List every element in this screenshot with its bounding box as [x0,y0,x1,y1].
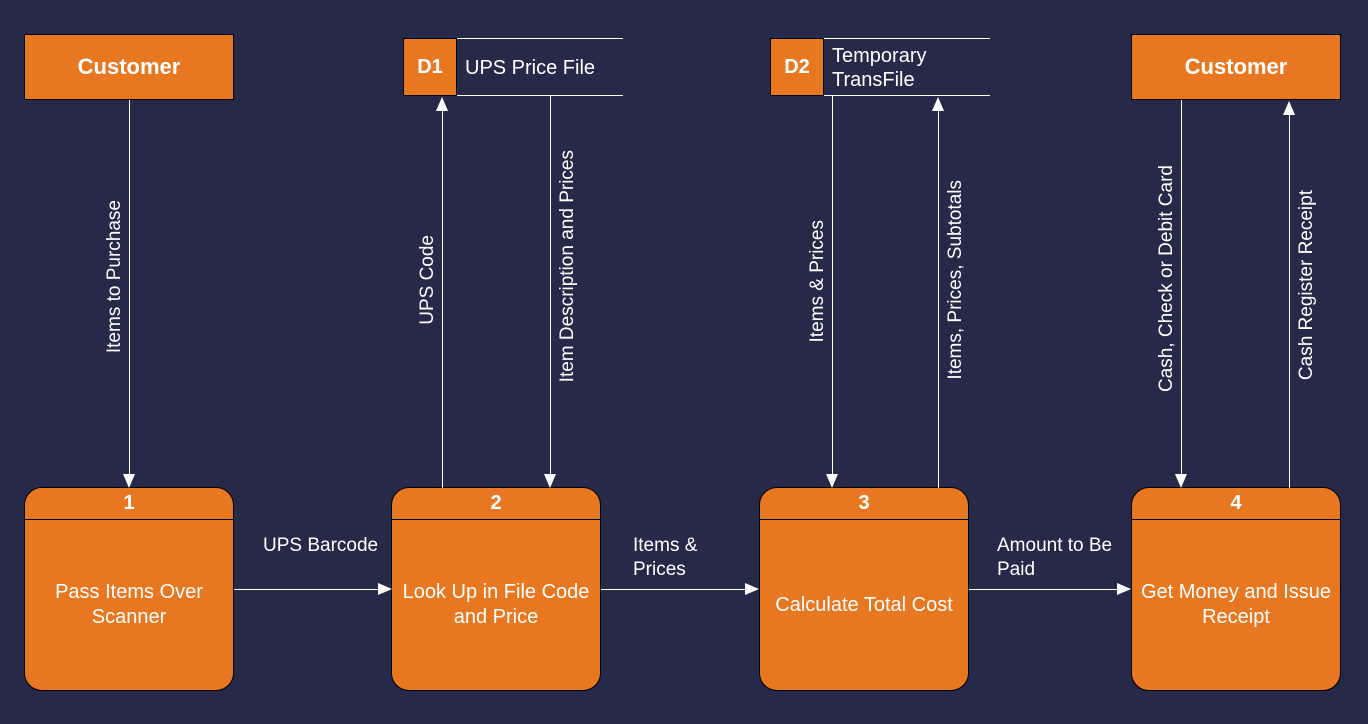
flow-line [1289,114,1290,488]
flow-line [1181,100,1182,474]
flow-label: Cash, Check or Debit Card [1155,165,1179,392]
process-num: 3 [760,488,968,520]
datastore-num: D1 [403,38,457,96]
flow-line [234,589,378,590]
process-label: Pass Items Over Scanner [25,520,233,690]
arrow-down-icon [1175,474,1187,488]
flow-label: Amount to Be Paid [997,534,1127,582]
process-label: Calculate Total Cost [760,520,968,690]
arrow-right-icon [378,583,392,595]
process-1: 1 Pass Items Over Scanner [24,487,234,691]
flow-line [938,110,939,488]
arrow-up-icon [436,97,448,111]
flow-line [601,589,745,590]
datastore-label: UPS Price File [457,38,623,96]
process-4: 4 Get Money and Issue Receipt [1131,487,1341,691]
flow-line [442,110,443,488]
process-label: Get Money and Issue Receipt [1132,520,1340,690]
process-num: 1 [25,488,233,520]
flow-line [550,96,551,474]
arrow-right-icon [745,583,759,595]
process-num: 4 [1132,488,1340,520]
flow-label: Items & Prices [806,220,830,342]
datastore-label: Temporary TransFile [824,38,990,96]
flow-line [832,96,833,474]
arrow-down-icon [544,474,556,488]
flow-label: Items, Prices, Subtotals [944,180,968,380]
arrow-up-icon [1283,101,1295,115]
datastore-d2: D2 Temporary TransFile [770,38,990,96]
entity-customer-left: Customer [24,34,234,100]
arrow-down-icon [123,474,135,488]
arrow-down-icon [826,474,838,488]
arrow-right-icon [1117,583,1131,595]
process-num: 2 [392,488,600,520]
flow-label: UPS Code [416,235,440,325]
entity-label: Customer [1185,54,1288,80]
flow-label: Item Description and Prices [556,150,580,382]
flow-line [969,589,1117,590]
datastore-num: D2 [770,38,824,96]
arrow-up-icon [932,97,944,111]
entity-label: Customer [78,54,181,80]
process-3: 3 Calculate Total Cost [759,487,969,691]
flow-label: Items to Purchase [103,200,127,353]
process-label: Look Up in File Code and Price [392,520,600,690]
flow-label: UPS Barcode [263,534,383,558]
flow-label: Items & Prices [633,534,743,582]
process-2: 2 Look Up in File Code and Price [391,487,601,691]
flow-label: Cash Register Receipt [1295,190,1319,380]
entity-customer-right: Customer [1131,34,1341,100]
flow-line [129,100,130,474]
datastore-d1: D1 UPS Price File [403,38,623,96]
